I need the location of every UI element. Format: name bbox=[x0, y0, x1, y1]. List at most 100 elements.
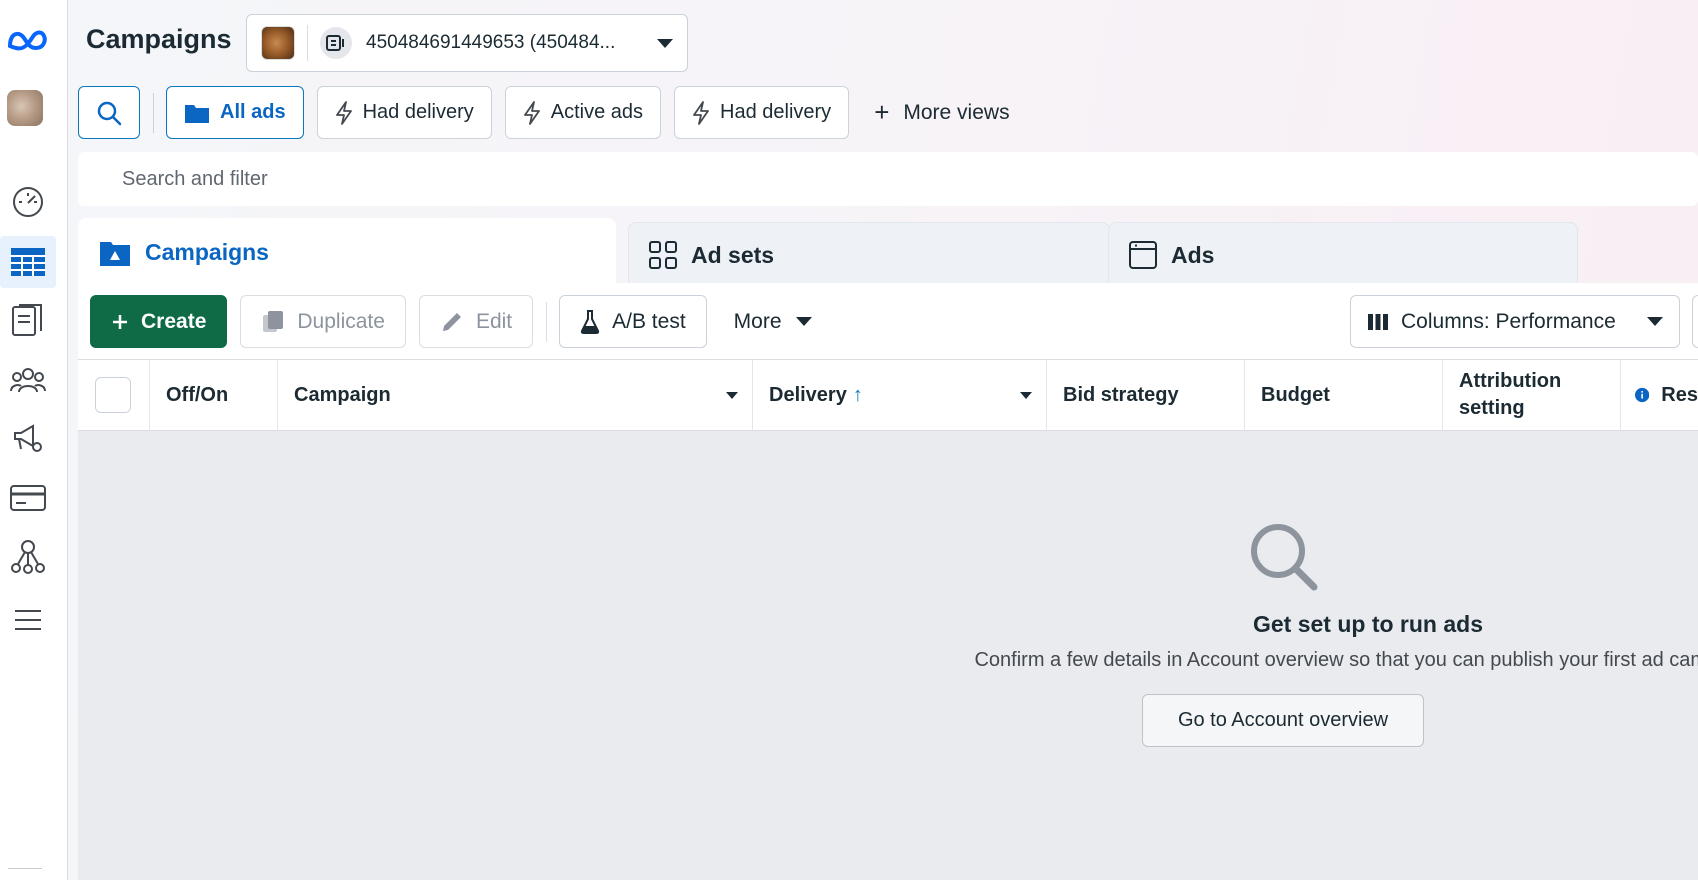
ab-test-button-label: A/B test bbox=[612, 309, 686, 333]
go-to-account-overview-button[interactable]: Go to Account overview bbox=[1142, 694, 1424, 747]
table-grid-icon bbox=[11, 248, 45, 276]
rail-campaigns[interactable] bbox=[0, 236, 56, 288]
left-nav-rail bbox=[0, 0, 68, 880]
info-icon[interactable] bbox=[1635, 386, 1650, 404]
credit-card-icon bbox=[10, 485, 46, 511]
table-header: Off/On Campaign Delivery ↑ Bid strategy … bbox=[78, 359, 1698, 431]
view-all-ads-label: All ads bbox=[220, 101, 286, 123]
chevron-down-icon[interactable] bbox=[726, 392, 738, 399]
rail-advertising-settings[interactable] bbox=[0, 412, 56, 464]
column-campaign[interactable]: Campaign bbox=[278, 360, 753, 430]
duplicate-button[interactable]: Duplicate bbox=[240, 295, 406, 348]
rail-overview[interactable] bbox=[0, 176, 56, 228]
campaign-folder-icon bbox=[99, 239, 131, 267]
rail-billing[interactable] bbox=[0, 472, 56, 524]
tab-campaigns[interactable]: Campaigns bbox=[78, 218, 616, 286]
chips-divider bbox=[153, 92, 154, 133]
chevron-down-icon bbox=[795, 317, 812, 326]
plus-icon: + bbox=[874, 97, 890, 127]
search-button[interactable] bbox=[78, 86, 140, 139]
flask-icon bbox=[580, 309, 600, 334]
empty-state-description: Confirm a few details in Account overvie… bbox=[974, 649, 1698, 671]
toolbar-divider bbox=[546, 301, 548, 342]
duplicate-icon bbox=[261, 310, 285, 334]
column-delivery[interactable]: Delivery ↑ bbox=[753, 360, 1047, 430]
account-picker[interactable]: 450484691449653 (450484... bbox=[246, 14, 688, 72]
account-name: 450484691449653 (450484... bbox=[366, 32, 616, 53]
meta-logo[interactable] bbox=[0, 14, 56, 66]
column-results[interactable]: Res bbox=[1621, 360, 1698, 430]
column-attribution-setting-label: Attribution setting bbox=[1459, 370, 1562, 419]
columns-dropdown-label: Columns: Performance bbox=[1401, 309, 1616, 333]
search-filter-input[interactable]: Search and filter bbox=[78, 152, 1698, 206]
create-button-label: Create bbox=[141, 309, 207, 333]
column-budget[interactable]: Budget bbox=[1245, 360, 1443, 430]
menu-icon bbox=[15, 610, 41, 630]
columns-icon bbox=[1367, 313, 1389, 331]
edit-button[interactable]: Edit bbox=[418, 295, 534, 348]
lightning-icon bbox=[692, 100, 710, 125]
rail-all-tools[interactable] bbox=[0, 594, 56, 646]
ad-account-icon bbox=[320, 27, 352, 59]
toolbar: Create Duplicate Edit A/B test More bbox=[90, 295, 839, 348]
column-bid-strategy[interactable]: Bid strategy bbox=[1047, 360, 1245, 430]
breakdown-button[interactable] bbox=[1692, 295, 1698, 348]
tab-ad-sets[interactable]: Ad sets bbox=[628, 222, 1110, 287]
column-off-on[interactable]: Off/On bbox=[150, 360, 278, 430]
view-had-delivery-2[interactable]: Had delivery bbox=[674, 86, 850, 139]
account-picker-divider bbox=[307, 25, 308, 61]
ad-window-icon bbox=[1129, 241, 1157, 269]
more-button-label: More bbox=[733, 309, 782, 333]
main-area: Campaigns 450484691449653 (450484... All… bbox=[68, 0, 1698, 880]
lightning-icon bbox=[523, 100, 541, 125]
view-all-ads[interactable]: All ads bbox=[166, 86, 304, 139]
rail-divider bbox=[8, 868, 42, 869]
lightning-icon bbox=[335, 100, 353, 125]
megaphone-gear-icon bbox=[14, 424, 42, 452]
view-active-ads[interactable]: Active ads bbox=[504, 86, 662, 139]
column-results-label: Res bbox=[1661, 383, 1698, 406]
columns-dropdown[interactable]: Columns: Performance bbox=[1350, 295, 1680, 348]
edit-button-label: Edit bbox=[475, 309, 513, 333]
rail-reports[interactable] bbox=[0, 294, 56, 346]
tab-campaigns-label: Campaigns bbox=[145, 239, 269, 265]
grid-icon bbox=[649, 241, 677, 269]
plus-icon bbox=[111, 313, 129, 331]
pencil-icon bbox=[440, 310, 464, 334]
go-to-account-overview-label: Go to Account overview bbox=[1177, 709, 1389, 731]
more-button[interactable]: More bbox=[720, 295, 826, 348]
more-views-button[interactable]: + More views bbox=[862, 86, 1021, 139]
documents-icon bbox=[12, 304, 42, 336]
rail-audiences[interactable] bbox=[0, 354, 56, 406]
magnifier-icon bbox=[1251, 524, 1318, 591]
chevron-down-icon bbox=[657, 38, 673, 48]
account-avatar[interactable] bbox=[7, 90, 43, 126]
more-views-label: More views bbox=[903, 100, 1010, 124]
view-had-delivery-1[interactable]: Had delivery bbox=[316, 86, 492, 139]
select-all-checkbox[interactable] bbox=[95, 377, 131, 413]
tab-ads-label: Ads bbox=[1171, 241, 1215, 268]
page-title: Campaigns bbox=[86, 24, 232, 54]
rail-events-manager[interactable] bbox=[0, 530, 56, 582]
empty-state-title: Get set up to run ads bbox=[1252, 611, 1484, 637]
search-icon bbox=[97, 101, 122, 125]
meta-logo-icon bbox=[7, 30, 47, 51]
ab-test-button[interactable]: A/B test bbox=[559, 295, 707, 348]
search-filter-placeholder: Search and filter bbox=[122, 167, 268, 190]
tab-ads[interactable]: Ads bbox=[1108, 222, 1578, 287]
column-attribution-setting[interactable]: Attribution setting bbox=[1443, 360, 1621, 430]
view-active-ads-label: Active ads bbox=[550, 101, 644, 123]
network-icon bbox=[11, 540, 45, 574]
campaigns-panel: Create Duplicate Edit A/B test More Colu… bbox=[78, 283, 1698, 880]
chevron-down-icon[interactable] bbox=[1020, 392, 1032, 399]
view-chips: All ads Had delivery Active ads Had deli… bbox=[78, 86, 1022, 139]
account-image bbox=[261, 26, 295, 60]
sort-ascending-icon: ↑ bbox=[852, 383, 863, 406]
column-off-on-label: Off/On bbox=[166, 383, 229, 406]
gauge-icon bbox=[13, 187, 43, 217]
column-campaign-label: Campaign bbox=[294, 383, 391, 406]
people-icon bbox=[10, 368, 46, 393]
view-had-delivery-2-label: Had delivery bbox=[720, 101, 832, 123]
create-button[interactable]: Create bbox=[90, 295, 228, 348]
chevron-down-icon bbox=[1647, 317, 1663, 326]
